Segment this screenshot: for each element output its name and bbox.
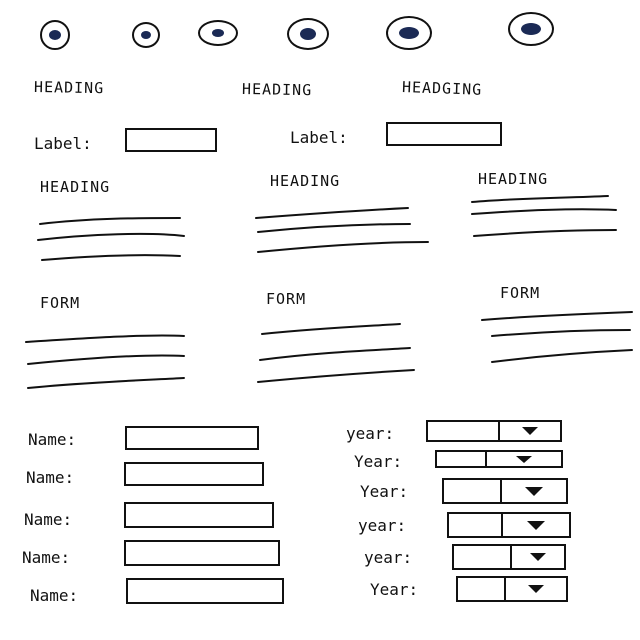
- name-input[interactable]: [124, 502, 274, 528]
- name-input[interactable]: [124, 462, 264, 486]
- year-label: Year:: [354, 452, 403, 471]
- year-dropdown[interactable]: [447, 512, 571, 538]
- name-input[interactable]: [124, 540, 280, 566]
- selected-value: [454, 546, 512, 568]
- radio-icon[interactable]: [40, 20, 70, 50]
- heading: HEADGING: [401, 78, 483, 99]
- name-label: Name:: [28, 430, 77, 449]
- radio-icon[interactable]: [198, 20, 238, 46]
- text-input[interactable]: [125, 128, 217, 152]
- chevron-down-icon[interactable]: [503, 514, 569, 536]
- name-label: Name:: [26, 468, 75, 487]
- chevron-down-icon[interactable]: [500, 422, 560, 440]
- radio-selected-dot: [212, 29, 224, 37]
- chevron-down-icon[interactable]: [506, 578, 566, 600]
- form-placeholder-lines: [481, 311, 633, 363]
- selected-value: [437, 452, 487, 466]
- selected-value: [444, 480, 502, 502]
- text-placeholder-lines: [37, 217, 185, 261]
- heading: HEADING: [33, 78, 105, 98]
- name-input[interactable]: [126, 578, 284, 604]
- radio-selected-dot: [49, 30, 61, 40]
- name-label: Name:: [24, 510, 73, 529]
- year-label: Year:: [370, 580, 419, 599]
- heading: HEADING: [241, 80, 313, 100]
- name-label: Name:: [22, 548, 71, 567]
- year-label: year:: [358, 516, 407, 535]
- year-dropdown[interactable]: [426, 420, 562, 442]
- text-placeholder-lines: [255, 207, 429, 253]
- radio-selected-dot: [521, 23, 541, 35]
- field-label: Label:: [290, 128, 348, 147]
- radio-selected-dot: [300, 28, 316, 40]
- year-label: Year:: [360, 482, 409, 501]
- radio-icon[interactable]: [132, 22, 160, 48]
- chevron-down-icon[interactable]: [512, 546, 564, 568]
- radio-icon[interactable]: [386, 16, 432, 50]
- name-label: Name:: [30, 586, 79, 605]
- section-heading: HEADING: [40, 178, 111, 196]
- year-dropdown[interactable]: [452, 544, 566, 570]
- selected-value: [449, 514, 503, 536]
- section-heading: HEADING: [270, 172, 341, 190]
- form-heading: FORM: [266, 290, 307, 308]
- form-placeholder-lines: [25, 334, 185, 389]
- radio-icon[interactable]: [287, 18, 329, 50]
- year-label: year:: [346, 424, 395, 443]
- selected-value: [428, 422, 500, 440]
- text-placeholder-lines: [471, 195, 617, 237]
- form-heading: FORM: [40, 294, 81, 312]
- chevron-down-icon[interactable]: [502, 480, 566, 502]
- section-heading: HEADING: [478, 170, 549, 188]
- radio-selected-dot: [141, 31, 151, 39]
- selected-value: [458, 578, 506, 600]
- field-label: Label:: [34, 134, 92, 153]
- radio-icon[interactable]: [508, 12, 554, 46]
- form-heading: FORM: [500, 284, 541, 302]
- year-dropdown[interactable]: [456, 576, 568, 602]
- year-dropdown[interactable]: [435, 450, 563, 468]
- form-placeholder-lines: [257, 323, 415, 383]
- chevron-down-icon[interactable]: [487, 452, 561, 466]
- name-input[interactable]: [125, 426, 259, 450]
- year-label: year:: [364, 548, 413, 567]
- radio-selected-dot: [399, 27, 419, 39]
- year-dropdown[interactable]: [442, 478, 568, 504]
- text-input[interactable]: [386, 122, 502, 146]
